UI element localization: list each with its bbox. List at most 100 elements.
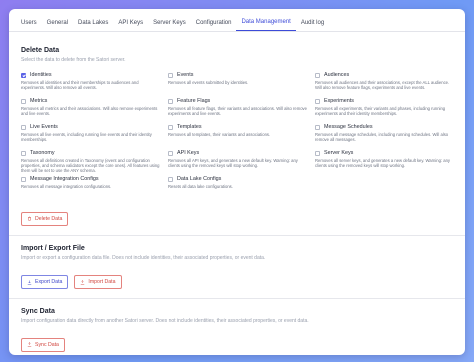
import-export-description: Import or export a configuration data fi… — [21, 255, 266, 261]
delete-data-button[interactable]: Delete Data — [21, 211, 69, 226]
delete-option-taxonomy: Taxonomy Removes all definitions created … — [21, 150, 168, 176]
delete-option-label[interactable]: Identities — [30, 72, 52, 78]
import-data-button[interactable]: Import Data — [74, 275, 122, 289]
import-export-section: Import / Export File Import or export a … — [9, 245, 465, 289]
delete-option-label[interactable]: Message Integration Configs — [30, 176, 99, 182]
delete-option-description: Removes all experiments, their variants … — [315, 105, 446, 116]
delete-option-header: Events — [168, 72, 315, 78]
delete-options-grid: Identities Removes all identities and the… — [21, 72, 453, 202]
tab-audit-log[interactable]: Audit log — [296, 9, 329, 31]
sync-data-description: Import configuration data directly from … — [21, 318, 309, 324]
delete-option-description: Removes all definitions created in Taxon… — [21, 157, 160, 173]
delete-option-server-keys: Server Keys Removes all server keys, and … — [315, 150, 457, 176]
tab-bar: Users General Data Lakes API Keys Server Key… — [9, 9, 465, 32]
checkbox-api-keys[interactable] — [168, 150, 173, 156]
tab-configuration[interactable]: Configuration — [191, 9, 237, 31]
checkbox-audiences[interactable] — [315, 72, 320, 78]
sync-data-button-label: Sync Data — [35, 341, 59, 348]
delete-option-description: Removes all message integration configur… — [21, 183, 112, 189]
download-icon — [27, 280, 32, 284]
delete-option-header: Live Events — [21, 124, 168, 130]
sync-data-section: Sync Data Import configuration data dire… — [9, 308, 465, 352]
delete-option-identities: Identities Removes all identities and the… — [21, 72, 168, 98]
delete-option-description: Removes all feature flags, their variant… — [168, 105, 307, 116]
delete-option-header: Message Schedules — [315, 124, 457, 130]
delete-option-label[interactable]: Data Lake Configs — [177, 176, 221, 182]
checkbox-message-schedules[interactable] — [315, 124, 320, 130]
delete-option-label[interactable]: Templates — [177, 124, 202, 130]
delete-option-label[interactable]: Taxonomy — [30, 150, 55, 156]
delete-option-metrics: Metrics Removes all metrics and their ass… — [21, 98, 168, 124]
tab-users[interactable]: Users — [16, 9, 42, 31]
delete-option-events: Events Removes all events submitted by id… — [168, 72, 315, 98]
checkbox-data-lake-configs[interactable] — [168, 176, 173, 182]
import-export-title: Import / Export File — [21, 245, 85, 252]
import-data-button-label: Import Data — [88, 279, 116, 285]
tab-general[interactable]: General — [42, 9, 73, 31]
checkbox-identities[interactable] — [21, 72, 26, 78]
checkbox-templates[interactable] — [168, 124, 173, 130]
delete-option-label[interactable]: API Keys — [177, 150, 199, 156]
sync-data-button[interactable]: Sync Data — [21, 337, 65, 352]
checkbox-live-events[interactable] — [21, 124, 26, 130]
delete-option-label[interactable]: Message Schedules — [324, 124, 373, 130]
sync-data-title: Sync Data — [21, 308, 55, 315]
checkbox-message-integration-configs[interactable] — [21, 176, 26, 182]
delete-option-header: Server Keys — [315, 150, 457, 156]
delete-option-header: Identities — [21, 72, 168, 78]
delete-option-label[interactable]: Server Keys — [324, 150, 353, 156]
delete-option-header: Audiences — [315, 72, 457, 78]
delete-option-feature-flags: Feature Flags Removes all feature flags, … — [168, 98, 315, 124]
delete-option-label[interactable]: Live Events — [30, 124, 58, 130]
checkbox-events[interactable] — [168, 72, 173, 78]
tab-api-keys[interactable]: API Keys — [113, 9, 148, 31]
delete-option-description: Removes all message schedules, including… — [315, 131, 449, 142]
export-data-button-label: Export Data — [35, 279, 63, 285]
settings-card: Users General Data Lakes API Keys Server Key… — [9, 9, 465, 355]
delete-option-header: Taxonomy — [21, 150, 168, 156]
tab-data-lakes[interactable]: Data Lakes — [73, 9, 113, 31]
delete-option-description: Removes all identities and their members… — [21, 79, 139, 90]
delete-option-description: Removes all events submitted by identiti… — [168, 79, 249, 85]
delete-option-label[interactable]: Metrics — [30, 98, 47, 104]
delete-option-data-lake-configs: Data Lake Configs Resets all data lake co… — [168, 176, 315, 202]
checkbox-metrics[interactable] — [21, 98, 26, 104]
checkbox-taxonomy[interactable] — [21, 150, 26, 156]
delete-data-section: Delete Data Select the data to delete fr… — [9, 47, 465, 226]
delete-option-label[interactable]: Experiments — [324, 98, 354, 104]
delete-option-description: Removes all live events, including runni… — [21, 131, 152, 142]
divider — [9, 235, 465, 236]
delete-option-description: Removes all templates, their variants an… — [168, 131, 271, 137]
delete-option-label[interactable]: Audiences — [324, 72, 349, 78]
delete-data-title: Delete Data — [21, 47, 60, 54]
delete-option-header: API Keys — [168, 150, 315, 156]
delete-option-live-events: Live Events Removes all live events, incl… — [21, 124, 168, 150]
delete-option-header: Templates — [168, 124, 315, 130]
delete-option-header: Data Lake Configs — [168, 176, 315, 182]
delete-option-description: Removes all API keys, and generates a ne… — [168, 157, 298, 168]
upload-icon — [27, 342, 32, 347]
delete-option-message-schedules: Message Schedules Removes all message sch… — [315, 124, 457, 150]
checkbox-server-keys[interactable] — [315, 150, 320, 156]
delete-option-label[interactable]: Events — [177, 72, 193, 78]
delete-option-header: Experiments — [315, 98, 457, 104]
delete-option-label[interactable]: Feature Flags — [177, 98, 210, 104]
trash-icon — [28, 216, 31, 221]
delete-option-experiments: Experiments Removes all experiments, thei… — [315, 98, 457, 124]
export-data-button[interactable]: Export Data — [21, 275, 69, 289]
delete-data-description: Select the data to delete from the Sator… — [21, 57, 126, 63]
divider — [9, 298, 465, 299]
checkbox-feature-flags[interactable] — [168, 98, 173, 104]
delete-option-description: Removes all audiences and their associat… — [315, 79, 450, 90]
upload-icon — [81, 279, 85, 284]
delete-option-audiences: Audiences Removes all audiences and their… — [315, 72, 457, 98]
delete-option-api-keys: API Keys Removes all API keys, and genera… — [168, 150, 315, 176]
delete-option-message-integration-configs: Message Integration Configs Removes all m… — [21, 176, 168, 202]
checkbox-experiments[interactable] — [315, 98, 320, 104]
delete-option-description: Removes all server keys, and generates a… — [315, 157, 450, 168]
delete-option-header: Feature Flags — [168, 98, 315, 104]
tab-data-management[interactable]: Data Management — [236, 9, 296, 31]
delete-data-button-label: Delete Data — [35, 215, 63, 222]
tab-server-keys[interactable]: Server Keys — [148, 9, 191, 31]
delete-option-header: Message Integration Configs — [21, 176, 168, 182]
